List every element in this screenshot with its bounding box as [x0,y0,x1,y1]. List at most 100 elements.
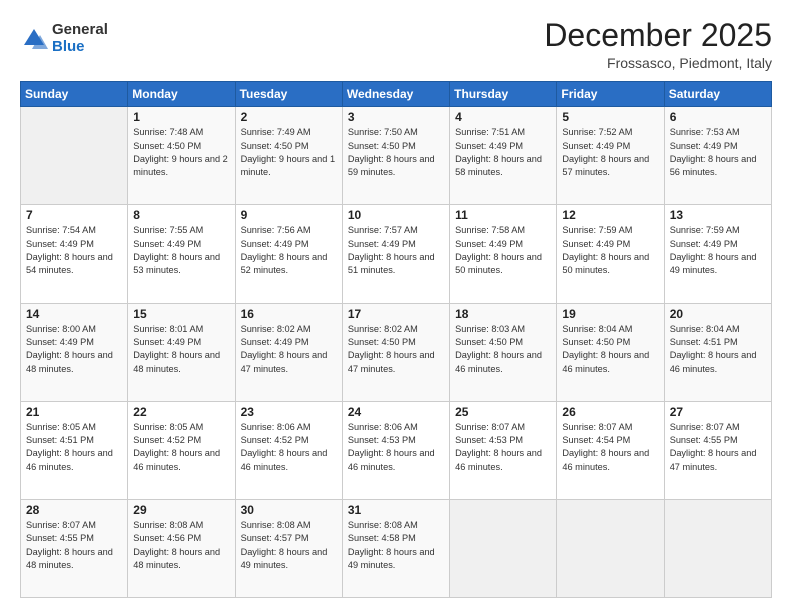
day-number: 5 [562,110,658,124]
day-number: 7 [26,208,122,222]
header: General Blue December 2025 Frossasco, Pi… [20,18,772,71]
month-title: December 2025 [544,18,772,53]
day-number: 25 [455,405,551,419]
day-info: Sunrise: 8:07 AMSunset: 4:55 PMDaylight:… [26,519,122,572]
day-number: 1 [133,110,229,124]
title-area: December 2025 Frossasco, Piedmont, Italy [544,18,772,71]
day-number: 24 [348,405,444,419]
calendar-cell: 8 Sunrise: 7:55 AMSunset: 4:49 PMDaylight… [128,205,235,303]
calendar-week-4: 28 Sunrise: 8:07 AMSunset: 4:55 PMDayligh… [21,499,772,597]
day-number: 15 [133,307,229,321]
day-info: Sunrise: 7:48 AMSunset: 4:50 PMDaylight:… [133,126,229,179]
day-info: Sunrise: 8:04 AMSunset: 4:51 PMDaylight:… [670,323,766,376]
logo-general: General [52,22,108,39]
day-number: 2 [241,110,337,124]
day-number: 6 [670,110,766,124]
day-info: Sunrise: 8:07 AMSunset: 4:55 PMDaylight:… [670,421,766,474]
day-info: Sunrise: 7:53 AMSunset: 4:49 PMDaylight:… [670,126,766,179]
day-number: 31 [348,503,444,517]
calendar-cell: 23 Sunrise: 8:06 AMSunset: 4:52 PMDayligh… [235,401,342,499]
calendar-cell: 14 Sunrise: 8:00 AMSunset: 4:49 PMDayligh… [21,303,128,401]
day-number: 20 [670,307,766,321]
day-info: Sunrise: 8:07 AMSunset: 4:53 PMDaylight:… [455,421,551,474]
day-info: Sunrise: 8:08 AMSunset: 4:58 PMDaylight:… [348,519,444,572]
day-number: 29 [133,503,229,517]
calendar-header-friday: Friday [557,82,664,107]
calendar-cell: 28 Sunrise: 8:07 AMSunset: 4:55 PMDayligh… [21,499,128,597]
calendar-header-sunday: Sunday [21,82,128,107]
day-number: 28 [26,503,122,517]
day-info: Sunrise: 8:02 AMSunset: 4:49 PMDaylight:… [241,323,337,376]
day-info: Sunrise: 8:05 AMSunset: 4:51 PMDaylight:… [26,421,122,474]
calendar-week-1: 7 Sunrise: 7:54 AMSunset: 4:49 PMDaylight… [21,205,772,303]
day-number: 14 [26,307,122,321]
calendar-cell: 2 Sunrise: 7:49 AMSunset: 4:50 PMDaylight… [235,107,342,205]
day-number: 19 [562,307,658,321]
calendar-cell: 16Sunrise: 8:02 AMSunset: 4:49 PMDayligh… [235,303,342,401]
day-info: Sunrise: 8:00 AMSunset: 4:49 PMDaylight:… [26,323,122,376]
day-info: Sunrise: 8:05 AMSunset: 4:52 PMDaylight:… [133,421,229,474]
day-info: Sunrise: 8:03 AMSunset: 4:50 PMDaylight:… [455,323,551,376]
day-number: 13 [670,208,766,222]
calendar-header-monday: Monday [128,82,235,107]
calendar-cell: 24 Sunrise: 8:06 AMSunset: 4:53 PMDayligh… [342,401,449,499]
day-info: Sunrise: 8:08 AMSunset: 4:57 PMDaylight:… [241,519,337,572]
calendar-cell: 17Sunrise: 8:02 AMSunset: 4:50 PMDayligh… [342,303,449,401]
calendar-header-thursday: Thursday [450,82,557,107]
day-number: 11 [455,208,551,222]
calendar-header-row: SundayMondayTuesdayWednesdayThursdayFrid… [21,82,772,107]
calendar-cell: 12Sunrise: 7:59 AMSunset: 4:49 PMDayligh… [557,205,664,303]
day-info: Sunrise: 8:01 AMSunset: 4:49 PMDaylight:… [133,323,229,376]
logo-text: General Blue [52,22,108,55]
calendar-week-0: 1 Sunrise: 7:48 AMSunset: 4:50 PMDaylight… [21,107,772,205]
day-info: Sunrise: 7:56 AMSunset: 4:49 PMDaylight:… [241,224,337,277]
calendar-cell [450,499,557,597]
calendar-cell [557,499,664,597]
day-number: 21 [26,405,122,419]
calendar-cell: 1 Sunrise: 7:48 AMSunset: 4:50 PMDaylight… [128,107,235,205]
day-number: 27 [670,405,766,419]
day-number: 9 [241,208,337,222]
day-info: Sunrise: 7:57 AMSunset: 4:49 PMDaylight:… [348,224,444,277]
calendar-header-tuesday: Tuesday [235,82,342,107]
day-number: 18 [455,307,551,321]
calendar-header-saturday: Saturday [664,82,771,107]
day-info: Sunrise: 7:58 AMSunset: 4:49 PMDaylight:… [455,224,551,277]
calendar-cell: 5 Sunrise: 7:52 AMSunset: 4:49 PMDaylight… [557,107,664,205]
day-number: 8 [133,208,229,222]
day-info: Sunrise: 7:54 AMSunset: 4:49 PMDaylight:… [26,224,122,277]
calendar: SundayMondayTuesdayWednesdayThursdayFrid… [20,81,772,598]
calendar-cell: 22Sunrise: 8:05 AMSunset: 4:52 PMDayligh… [128,401,235,499]
day-number: 23 [241,405,337,419]
day-info: Sunrise: 8:06 AMSunset: 4:52 PMDaylight:… [241,421,337,474]
day-info: Sunrise: 8:06 AMSunset: 4:53 PMDaylight:… [348,421,444,474]
calendar-cell: 21 Sunrise: 8:05 AMSunset: 4:51 PMDayligh… [21,401,128,499]
calendar-cell: 31 Sunrise: 8:08 AMSunset: 4:58 PMDayligh… [342,499,449,597]
logo-icon [20,25,48,53]
calendar-cell: 3 Sunrise: 7:50 AMSunset: 4:50 PMDaylight… [342,107,449,205]
day-number: 10 [348,208,444,222]
day-number: 17 [348,307,444,321]
calendar-cell: 15 Sunrise: 8:01 AMSunset: 4:49 PMDayligh… [128,303,235,401]
calendar-cell: 26Sunrise: 8:07 AMSunset: 4:54 PMDayligh… [557,401,664,499]
day-info: Sunrise: 7:49 AMSunset: 4:50 PMDaylight:… [241,126,337,179]
calendar-cell: 9 Sunrise: 7:56 AMSunset: 4:49 PMDaylight… [235,205,342,303]
location: Frossasco, Piedmont, Italy [544,55,772,71]
calendar-cell: 29Sunrise: 8:08 AMSunset: 4:56 PMDayligh… [128,499,235,597]
calendar-cell: 18 Sunrise: 8:03 AMSunset: 4:50 PMDayligh… [450,303,557,401]
day-info: Sunrise: 7:52 AMSunset: 4:49 PMDaylight:… [562,126,658,179]
calendar-cell: 20 Sunrise: 8:04 AMSunset: 4:51 PMDayligh… [664,303,771,401]
day-number: 12 [562,208,658,222]
day-number: 3 [348,110,444,124]
calendar-cell: 11 Sunrise: 7:58 AMSunset: 4:49 PMDayligh… [450,205,557,303]
calendar-cell: 25 Sunrise: 8:07 AMSunset: 4:53 PMDayligh… [450,401,557,499]
day-info: Sunrise: 7:50 AMSunset: 4:50 PMDaylight:… [348,126,444,179]
day-info: Sunrise: 7:51 AMSunset: 4:49 PMDaylight:… [455,126,551,179]
calendar-cell [664,499,771,597]
day-number: 4 [455,110,551,124]
calendar-cell [21,107,128,205]
day-info: Sunrise: 7:55 AMSunset: 4:49 PMDaylight:… [133,224,229,277]
calendar-cell: 4 Sunrise: 7:51 AMSunset: 4:49 PMDaylight… [450,107,557,205]
day-info: Sunrise: 8:07 AMSunset: 4:54 PMDaylight:… [562,421,658,474]
day-number: 30 [241,503,337,517]
